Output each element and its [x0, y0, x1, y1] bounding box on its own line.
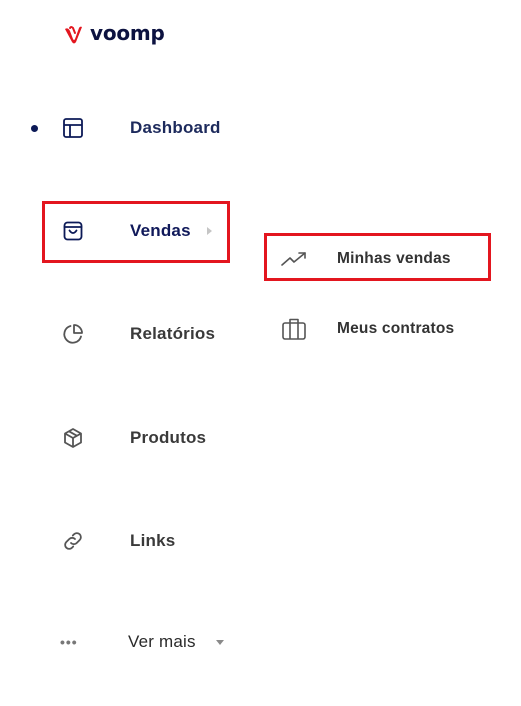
submenu-item-meus-contratos[interactable]: Meus contratos [0, 312, 521, 346]
sidebar-item-label: Links [130, 531, 176, 550]
more-dots-icon: ••• [60, 634, 78, 650]
chevron-down-icon [216, 639, 224, 645]
submenu-item-minhas-vendas[interactable]: Minhas vendas [0, 242, 521, 276]
link-icon [60, 528, 86, 554]
chevron-right-icon [207, 227, 212, 235]
briefcase-icon [280, 315, 308, 343]
brand-logo[interactable]: voomp [62, 22, 165, 46]
sidebar-item-label: Vendas [130, 221, 191, 240]
box-icon [60, 425, 86, 451]
trending-up-icon [280, 245, 308, 273]
sidebar-item-label: Ver mais [128, 632, 196, 651]
shopping-bag-icon [60, 218, 86, 244]
sidebar-item-label: Produtos [130, 428, 207, 447]
layout-icon [60, 115, 86, 141]
voomp-logo-icon [65, 26, 82, 44]
brand-name: voomp [90, 21, 165, 45]
submenu-item-label: Meus contratos [337, 320, 455, 337]
sidebar-item-label: Dashboard [130, 118, 221, 137]
active-indicator [31, 124, 38, 132]
submenu-item-label: Minhas vendas [337, 250, 451, 267]
